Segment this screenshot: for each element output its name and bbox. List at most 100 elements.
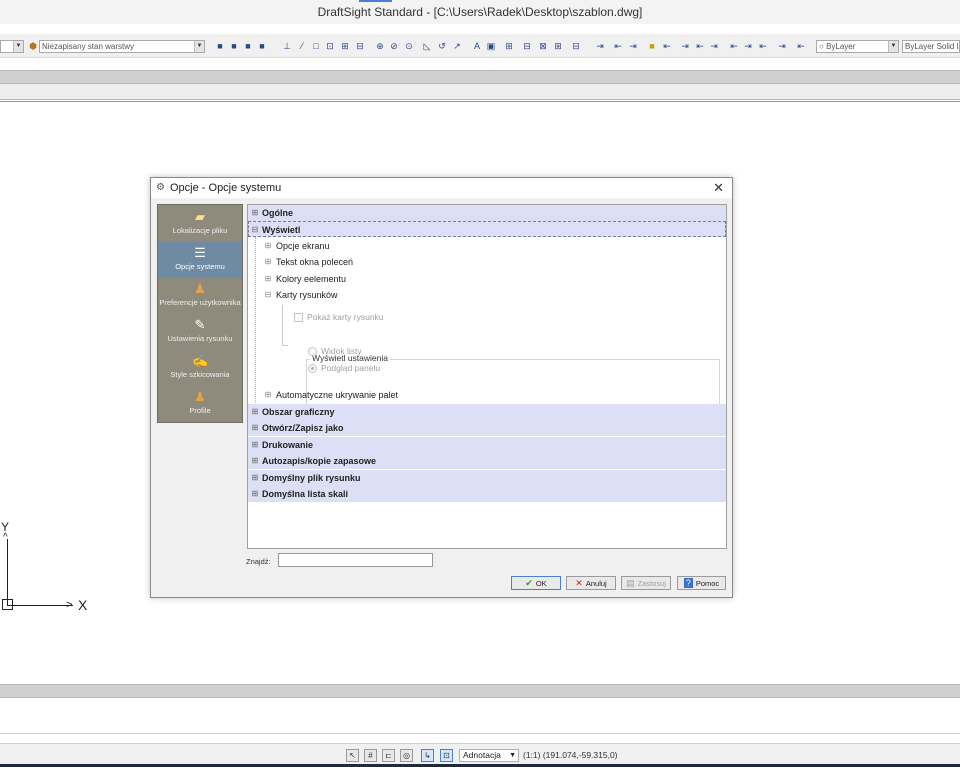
cancel-button[interactable]: ✕ Anuluj xyxy=(566,576,616,590)
block-tool-icon[interactable]: ⊠ xyxy=(538,41,548,52)
tree-item-element-colors[interactable]: ⊞ Kolory eelementu xyxy=(248,271,726,287)
draw-tool-icon[interactable]: ⊥ xyxy=(282,41,292,52)
tree-item-screen-options[interactable]: ⊞ Opcje ekranu xyxy=(248,238,726,254)
edit-tool-icon[interactable]: ◺ xyxy=(422,41,432,52)
command-window[interactable] xyxy=(0,698,960,734)
edit-tool-icon[interactable]: ↺ xyxy=(437,41,447,52)
snap-tool-icon[interactable]: ⊘ xyxy=(389,41,399,52)
expand-icon[interactable]: ⊞ xyxy=(264,391,272,399)
tree-item-label: Tekst okna poleceń xyxy=(276,257,354,267)
tree-category-printing[interactable]: ⊞ Drukowanie xyxy=(248,437,726,453)
layer-tool-icon[interactable]: ■ xyxy=(229,41,239,52)
dimension-tool-icon[interactable]: ⇤ xyxy=(662,41,672,52)
dialog-title: Opcje - Opcje systemu xyxy=(170,182,282,194)
expand-icon[interactable]: ⊞ xyxy=(251,490,259,498)
layer-tool-icon[interactable]: ■ xyxy=(257,41,267,52)
tree-category-open-save[interactable]: ⊞ Otwórz/Zapisz jako xyxy=(248,420,726,436)
dimension-tool-icon[interactable]: ⇥ xyxy=(709,41,719,52)
annotation-value: Adnotacja xyxy=(463,750,501,760)
ucs-y-axis xyxy=(7,539,8,606)
layer-tool-icon[interactable]: ■ xyxy=(243,41,253,52)
tree-category-default-drawing[interactable]: ⊞ Domyślny plik rysunku xyxy=(248,470,726,486)
dimension-tool-icon[interactable]: ⇤ xyxy=(796,41,806,52)
dimension-tool-icon[interactable]: ⇤ xyxy=(729,41,739,52)
dimension-tool-icon[interactable]: ⇥ xyxy=(777,41,787,52)
tree-category-label: Domyślna lista skali xyxy=(262,489,349,499)
dimension-tool-icon[interactable]: ⇤ xyxy=(613,41,623,52)
expand-icon[interactable]: ⊞ xyxy=(251,441,259,449)
find-input[interactable] xyxy=(278,553,433,567)
tree-category-graphics-area[interactable]: ⊞ Obszar graficzny xyxy=(248,404,726,420)
expand-icon[interactable]: ⊞ xyxy=(264,242,272,250)
collapse-icon[interactable]: ⊟ xyxy=(251,226,259,234)
expand-icon[interactable]: ⊞ xyxy=(264,258,272,266)
expand-icon[interactable]: ⊞ xyxy=(264,275,272,283)
expand-icon[interactable]: ⊞ xyxy=(251,424,259,432)
image-tool-icon[interactable]: ▣ xyxy=(486,41,496,52)
sidebar-item-user-preferences[interactable]: ♟ Preferencje użytkownika xyxy=(158,278,242,314)
sidebar-item-drafting-styles[interactable]: ✍ Style szkicowania xyxy=(158,350,242,386)
sidebar-item-file-locations[interactable]: ▰ Lokalizacje pliku xyxy=(158,206,242,242)
linetype-combo[interactable]: ByLayer Solid l xyxy=(902,40,960,53)
tree-item-drawing-tabs[interactable]: ⊟ Karty rysunków xyxy=(248,287,726,303)
expand-icon[interactable]: ⊞ xyxy=(251,408,259,416)
snap-tool-icon[interactable]: ⊙ xyxy=(404,41,414,52)
sidebar-item-system-options[interactable]: ☰ Opcje systemu xyxy=(158,242,242,278)
close-icon[interactable]: ✕ xyxy=(713,180,724,196)
ortho-icon[interactable]: ⊏ xyxy=(382,749,395,762)
draw-tool-icon[interactable]: □ xyxy=(311,41,321,52)
panel-preview-label: Podgląd panelu xyxy=(321,363,381,373)
edit-tool-icon[interactable]: ↗ xyxy=(452,41,462,52)
sidebar-item-profiles[interactable]: ♟ Profile xyxy=(158,386,242,422)
select-icon[interactable]: ↖ xyxy=(346,749,359,762)
list-view-radio[interactable] xyxy=(308,347,317,356)
ok-button[interactable]: ✔ OK xyxy=(511,576,561,590)
show-tabs-checkbox[interactable] xyxy=(294,313,303,322)
expand-icon[interactable]: ⊞ xyxy=(251,457,259,465)
annotation-scale-dropdown[interactable]: Adnotacja ▼ xyxy=(459,749,519,762)
block-tool-icon[interactable]: ⊞ xyxy=(504,41,514,52)
draw-tool-icon[interactable]: ⊟ xyxy=(355,41,365,52)
draw-tool-icon[interactable]: ⊡ xyxy=(325,41,335,52)
tree-category-autosave[interactable]: ⊞ Autozapis/kopie zapasowe xyxy=(248,453,726,469)
etrack-icon[interactable]: ⊡ xyxy=(440,749,453,762)
tree-item-command-window-text[interactable]: ⊞ Tekst okna poleceń xyxy=(248,254,726,270)
expand-icon[interactable]: ⊞ xyxy=(251,209,259,217)
dimension-tool-icon[interactable]: ⇤ xyxy=(758,41,768,52)
dimension-tool-icon[interactable]: ⇥ xyxy=(680,41,690,52)
block-tool-icon[interactable]: ⊟ xyxy=(571,41,581,52)
apply-button[interactable]: ▤ Zastosuj xyxy=(621,576,671,590)
sidebar-item-drawing-settings[interactable]: ✎ Ustawienia rysunku xyxy=(158,314,242,350)
color-combo[interactable]: ○ ByLayer ▼ xyxy=(816,40,899,53)
esnap-icon[interactable]: ↳ xyxy=(421,749,434,762)
drafting-styles-icon: ✍ xyxy=(192,353,209,368)
collapse-icon[interactable]: ⊟ xyxy=(264,291,272,299)
block-tool-icon[interactable]: ⊞ xyxy=(553,41,563,52)
command-window-bar xyxy=(0,684,960,698)
layer-state-combo[interactable]: Niezapisany stan warstwy ▼ xyxy=(39,40,205,53)
toolbar-left-combo[interactable]: ▼ xyxy=(0,40,24,53)
tree-item-auto-hide-palettes[interactable]: ⊞ Automatyczne ukrywanie palet xyxy=(248,387,726,403)
tree-category-label: Drukowanie xyxy=(262,440,314,450)
grid-icon[interactable]: # xyxy=(364,749,377,762)
draw-tool-icon[interactable]: ⊞ xyxy=(340,41,350,52)
draw-tool-icon[interactable]: ⁄ xyxy=(297,41,307,52)
dimension-tool-icon[interactable]: ⇥ xyxy=(628,41,638,52)
dimension-tool-icon[interactable]: ■ xyxy=(647,41,657,52)
block-tool-icon[interactable]: ⊟ xyxy=(522,41,532,52)
expand-icon[interactable]: ⊞ xyxy=(251,474,259,482)
dimension-tool-icon[interactable]: ⇥ xyxy=(595,41,605,52)
tree-category-general[interactable]: ⊞ Ogólne xyxy=(248,205,726,221)
tree-category-display[interactable]: ⊟ Wyświetl xyxy=(248,221,726,237)
polar-icon[interactable]: ◎ xyxy=(400,749,413,762)
tree-category-label: Autozapis/kopie zapasowe xyxy=(262,456,377,466)
layer-tool-icon[interactable]: ■ xyxy=(215,41,225,52)
tree-category-scale-list[interactable]: ⊞ Domyślna lista skali xyxy=(248,486,726,502)
dimension-tool-icon[interactable]: ⇥ xyxy=(743,41,753,52)
apply-icon: ▤ xyxy=(626,578,635,588)
help-button[interactable]: ? Pomoc xyxy=(677,576,726,590)
panel-preview-radio[interactable] xyxy=(308,364,317,373)
dimension-tool-icon[interactable]: ⇤ xyxy=(695,41,705,52)
text-tool-icon[interactable]: A xyxy=(472,41,482,52)
snap-tool-icon[interactable]: ⊕ xyxy=(375,41,385,52)
